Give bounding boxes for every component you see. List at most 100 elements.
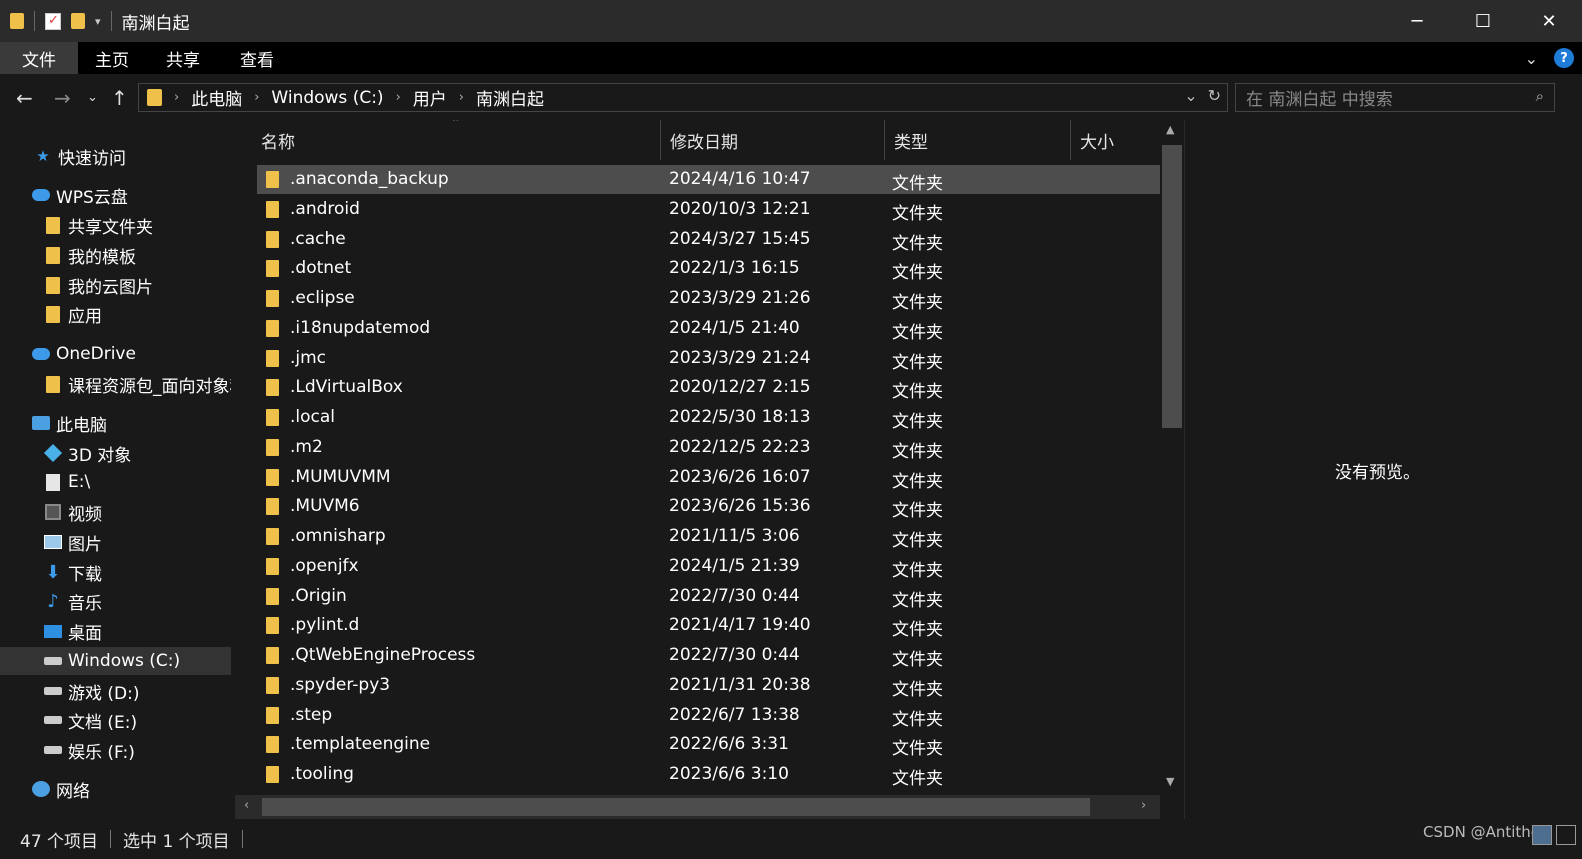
nav-pc-item[interactable]: ⬇ 下载	[0, 558, 231, 586]
new-folder-icon[interactable]	[71, 13, 85, 29]
address-bar[interactable]: › 此电脑 › Windows (C:) › 用户 › 南渊白起 ⌄ ↻	[138, 83, 1228, 112]
tab-home[interactable]: 主页	[78, 42, 146, 74]
customize-toolbar-icon[interactable]: ▾	[95, 15, 101, 28]
large-icons-view-icon[interactable]	[1556, 825, 1576, 845]
dropdown-icon[interactable]: ⌄	[1184, 86, 1197, 105]
file-type: 文件夹	[892, 233, 943, 254]
tab-share[interactable]: 共享	[146, 42, 220, 74]
search-input[interactable]: 在 南渊白起 中搜索 ⌕	[1235, 83, 1555, 112]
chevron-right-icon[interactable]: ›	[396, 90, 401, 105]
file-date: 2024/3/27 15:45	[669, 228, 811, 249]
file-name: .pylint.d	[290, 615, 360, 636]
nav-label: 我的云图片	[68, 277, 153, 298]
recent-locations-icon[interactable]: ⌄	[87, 90, 98, 105]
tab-view[interactable]: 查看	[220, 42, 294, 74]
nav-pc-item[interactable]: 娱乐 (F:)	[0, 736, 231, 764]
file-row[interactable]: .Origin 2022/7/30 0:44 文件夹	[257, 582, 1160, 611]
refresh-icon[interactable]: ↻	[1208, 86, 1221, 105]
file-row[interactable]: .spyder-py3 2021/1/31 20:38 文件夹	[257, 671, 1160, 700]
breadcrumb-current[interactable]: 南渊白起	[476, 85, 544, 110]
nav-wps[interactable]: WPS云盘	[0, 181, 231, 209]
file-row[interactable]: .QtWebEngineProcess 2022/7/30 0:44 文件夹	[257, 641, 1160, 670]
horizontal-scrollbar[interactable]: ‹ ›	[235, 795, 1160, 819]
folder-icon	[44, 375, 62, 393]
file-row[interactable]: .openjfx 2024/1/5 21:39 文件夹	[257, 552, 1160, 581]
scroll-up-icon[interactable]: ▲	[1166, 123, 1174, 136]
properties-icon[interactable]	[45, 12, 61, 30]
vertical-scrollbar[interactable]: ▲ ▼	[1160, 120, 1184, 795]
scroll-left-icon[interactable]: ‹	[244, 798, 249, 813]
forward-icon[interactable]: →	[54, 86, 71, 110]
nav-onedrive[interactable]: OneDrive	[0, 340, 231, 368]
nav-pc-item[interactable]: E:\	[0, 468, 231, 496]
help-icon[interactable]: ?	[1554, 48, 1574, 68]
column-size[interactable]: 大小	[1071, 120, 1160, 160]
drive-icon	[44, 653, 62, 669]
breadcrumb-this-pc[interactable]: 此电脑	[191, 85, 242, 110]
close-button[interactable]: ✕	[1516, 0, 1582, 42]
up-icon[interactable]: ↑	[111, 86, 128, 110]
column-type[interactable]: 类型	[885, 120, 1071, 160]
address-actions: ⌄ ↻	[1184, 86, 1221, 105]
divider	[241, 830, 243, 848]
nav-wps-item[interactable]: 共享文件夹	[0, 211, 231, 239]
nav-pc-item[interactable]: 游戏 (D:)	[0, 677, 231, 705]
column-name[interactable]: 名称	[252, 120, 661, 160]
tab-file[interactable]: 文件	[0, 42, 78, 74]
nav-wps-item[interactable]: 我的模板	[0, 241, 231, 269]
nav-pc-item[interactable]: 图片	[0, 528, 231, 556]
nav-this-pc[interactable]: 此电脑	[0, 409, 231, 437]
chevron-right-icon[interactable]: ›	[254, 90, 259, 105]
back-icon[interactable]: ←	[16, 86, 33, 110]
file-row[interactable]: .templateengine 2022/6/6 3:31 文件夹	[257, 730, 1160, 759]
file-row[interactable]: .omnisharp 2021/11/5 3:06 文件夹	[257, 522, 1160, 551]
search-icon[interactable]: ⌕	[1536, 87, 1544, 105]
folder-icon	[266, 706, 279, 724]
file-row[interactable]: .local 2022/5/30 18:13 文件夹	[257, 403, 1160, 432]
breadcrumb-users[interactable]: 用户	[413, 85, 447, 110]
file-row[interactable]: .MUMUVMM 2023/6/26 16:07 文件夹	[257, 463, 1160, 492]
file-date: 2024/4/16 10:47	[669, 169, 811, 189]
scroll-down-icon[interactable]: ▼	[1166, 775, 1174, 788]
maximize-button[interactable]: ☐	[1450, 0, 1516, 42]
details-view-icon[interactable]	[1532, 825, 1552, 845]
nav-pc-item-selected[interactable]: Windows (C:)	[0, 647, 231, 675]
file-row[interactable]: .eclipse 2023/3/29 21:26 文件夹	[257, 284, 1160, 313]
scroll-thumb[interactable]	[262, 798, 1090, 816]
scroll-right-icon[interactable]: ›	[1141, 798, 1146, 813]
view-toggle	[1532, 825, 1576, 845]
nav-pc-item[interactable]: 桌面	[0, 617, 231, 645]
minimize-button[interactable]: ─	[1384, 0, 1450, 42]
nav-pc-item[interactable]: ♪ 音乐	[0, 587, 231, 615]
nav-quick-access[interactable]: ★ 快速访问	[0, 142, 231, 170]
chevron-right-icon[interactable]: ›	[174, 90, 179, 105]
breadcrumb-drive-c[interactable]: Windows (C:)	[271, 88, 383, 108]
folder-icon	[266, 587, 279, 605]
file-row[interactable]: .dotnet 2022/1/3 16:15 文件夹	[257, 254, 1160, 283]
file-name: .android	[290, 198, 360, 219]
file-row-selected[interactable]: .anaconda_backup 2024/4/16 10:47 文件夹	[257, 165, 1160, 194]
expand-ribbon-icon[interactable]: ⌄	[1525, 49, 1538, 68]
file-row[interactable]: .i18nupdatemod 2024/1/5 21:40 文件夹	[257, 314, 1160, 343]
chevron-right-icon[interactable]: ›	[459, 90, 464, 105]
nav-pc-item[interactable]: 3D 对象	[0, 439, 231, 467]
file-row[interactable]: .pylint.d 2021/4/17 19:40 文件夹	[257, 611, 1160, 640]
file-row[interactable]: .step 2022/6/7 13:38 文件夹	[257, 701, 1160, 730]
scroll-thumb[interactable]	[1162, 145, 1182, 428]
nav-wps-item[interactable]: 我的云图片	[0, 271, 231, 299]
file-row[interactable]: .m2 2022/12/5 22:23 文件夹	[257, 433, 1160, 462]
file-row[interactable]: .jmc 2023/3/29 21:24 文件夹	[257, 344, 1160, 373]
music-icon: ♪	[47, 590, 59, 612]
nav-network[interactable]: 网络	[0, 775, 231, 803]
file-row[interactable]: .MUVM6 2023/6/26 15:36 文件夹	[257, 492, 1160, 521]
nav-pc-item[interactable]: 文档 (E:)	[0, 706, 231, 734]
file-row[interactable]: .android 2020/10/3 12:21 文件夹	[257, 195, 1160, 224]
file-row[interactable]: .tooling 2023/6/6 3:10 文件夹	[257, 760, 1160, 789]
file-row[interactable]: .LdVirtualBox 2020/12/27 2:15 文件夹	[257, 373, 1160, 402]
nav-wps-item[interactable]: 应用	[0, 300, 231, 328]
nav-onedrive-item[interactable]: 课程资源包_面向对象程	[0, 370, 231, 398]
cloud-icon	[32, 187, 50, 203]
file-row[interactable]: .cache 2024/3/27 15:45 文件夹	[257, 225, 1160, 254]
column-date[interactable]: 修改日期	[661, 120, 885, 160]
nav-pc-item[interactable]: 视频	[0, 498, 231, 526]
